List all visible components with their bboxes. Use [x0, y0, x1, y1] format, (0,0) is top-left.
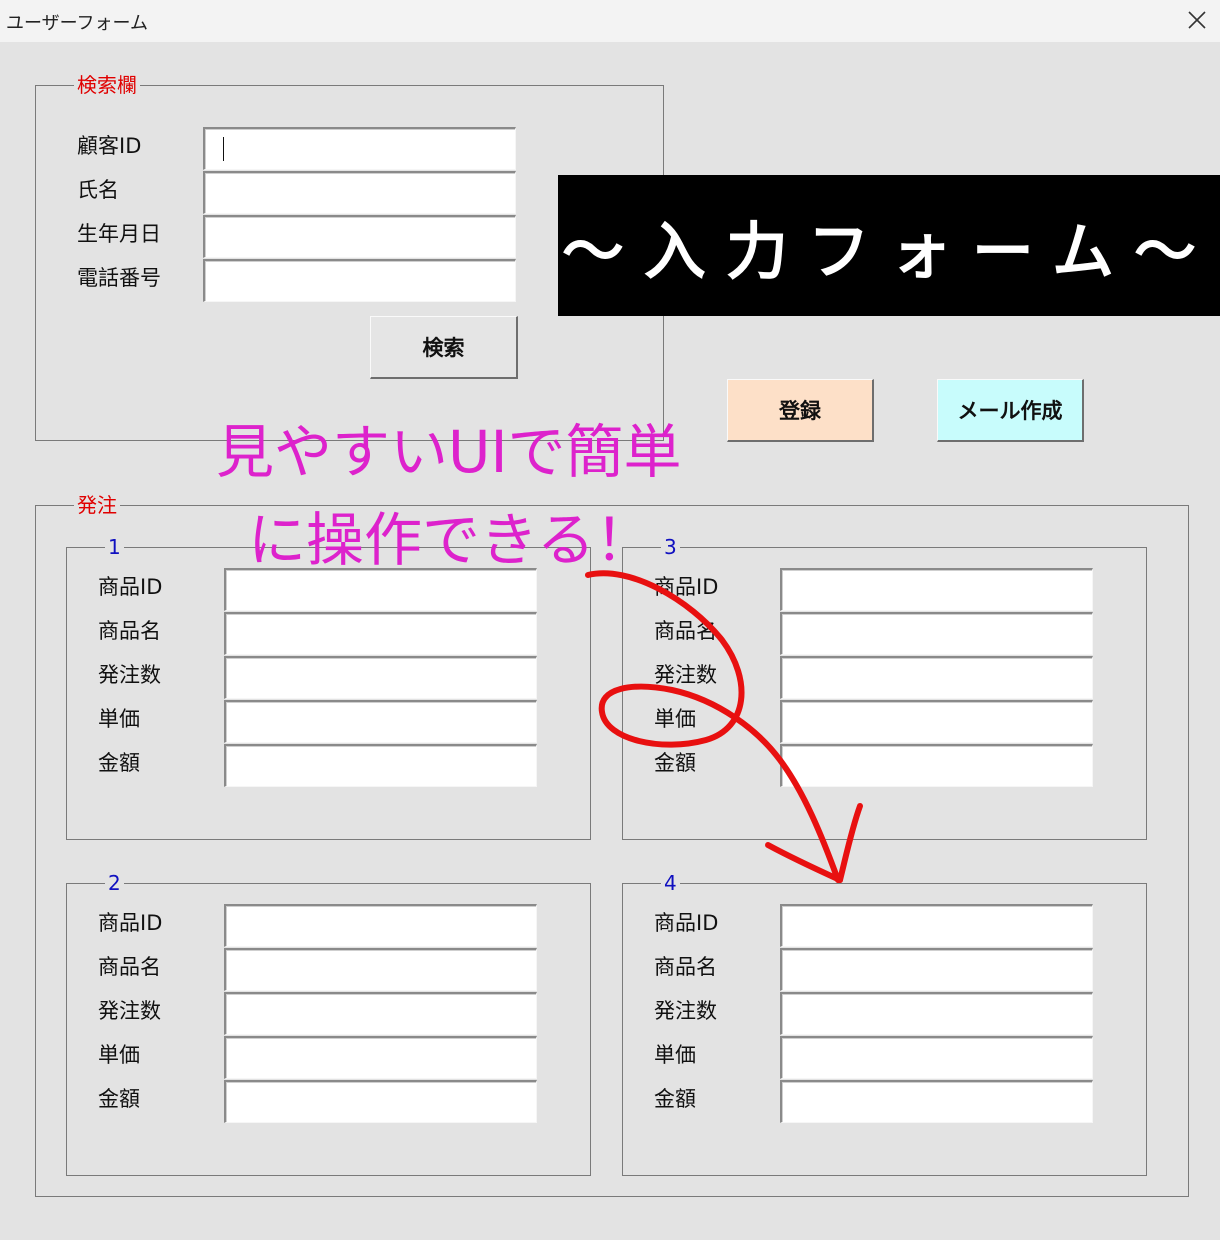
product-name-label: 商品名 [654, 619, 717, 643]
order-group-caption: 4 [664, 871, 677, 895]
product-id-input[interactable] [224, 904, 537, 947]
product-name-input[interactable] [780, 948, 1093, 991]
order-frame-legend: 発注 [77, 493, 117, 517]
order-group-caption: 2 [108, 871, 121, 895]
unit-price-input[interactable] [780, 700, 1093, 743]
product-name-input[interactable] [780, 612, 1093, 655]
search-button[interactable]: 検索 [370, 316, 518, 379]
amount-input[interactable] [780, 1080, 1093, 1123]
birthdate-label: 生年月日 [77, 222, 161, 246]
name-label: 氏名 [77, 178, 119, 202]
amount-label: 金額 [98, 751, 140, 775]
phone-input[interactable] [203, 259, 516, 302]
product-id-input[interactable] [780, 904, 1093, 947]
unit-price-input[interactable] [780, 1036, 1093, 1079]
text-caret [223, 137, 224, 161]
order-group-caption: 1 [108, 535, 121, 559]
order-qty-input[interactable] [780, 656, 1093, 699]
amount-input[interactable] [224, 744, 537, 787]
close-icon [1188, 11, 1206, 29]
annotation-line-2: に操作できる！ [248, 506, 653, 574]
register-button[interactable]: 登録 [727, 379, 874, 442]
title-bar: ユーザーフォーム [0, 0, 1220, 42]
phone-label: 電話番号 [77, 266, 161, 290]
unit-price-label: 単価 [98, 1043, 140, 1067]
product-name-label: 商品名 [98, 619, 161, 643]
amount-label: 金額 [98, 1087, 140, 1111]
order-group-caption: 3 [664, 535, 677, 559]
customer-id-label: 顧客ID [77, 134, 142, 158]
window-title: ユーザーフォーム [6, 13, 149, 34]
amount-input[interactable] [780, 744, 1093, 787]
product-id-label: 商品ID [98, 575, 163, 599]
unit-price-input[interactable] [224, 1036, 537, 1079]
order-qty-label: 発注数 [98, 663, 161, 687]
amount-label: 金額 [654, 1087, 696, 1111]
product-name-label: 商品名 [654, 955, 717, 979]
product-name-input[interactable] [224, 612, 537, 655]
amount-input[interactable] [224, 1080, 537, 1123]
order-qty-label: 発注数 [98, 999, 161, 1023]
unit-price-label: 単価 [654, 1043, 696, 1067]
product-id-label: 商品ID [654, 575, 719, 599]
order-qty-input[interactable] [780, 992, 1093, 1035]
unit-price-input[interactable] [224, 700, 537, 743]
order-qty-label: 発注数 [654, 663, 717, 687]
unit-price-label: 単価 [98, 707, 140, 731]
amount-label: 金額 [654, 751, 696, 775]
product-name-input[interactable] [224, 948, 537, 991]
product-id-label: 商品ID [654, 911, 719, 935]
create-mail-button[interactable]: メール作成 [937, 379, 1084, 442]
product-id-input[interactable] [780, 568, 1093, 611]
name-input[interactable] [203, 171, 516, 214]
order-qty-input[interactable] [224, 992, 537, 1035]
unit-price-label: 単価 [654, 707, 696, 731]
order-qty-label: 発注数 [654, 999, 717, 1023]
banner: ～入力フォーム～ [558, 175, 1220, 316]
annotation-line-1: 見やすいUIで簡単 [216, 418, 682, 486]
product-name-label: 商品名 [98, 955, 161, 979]
close-button[interactable] [1172, 0, 1220, 42]
customer-id-input[interactable] [203, 127, 516, 170]
birthdate-input[interactable] [203, 215, 516, 258]
product-id-label: 商品ID [98, 911, 163, 935]
search-frame-legend: 検索欄 [77, 73, 137, 97]
order-qty-input[interactable] [224, 656, 537, 699]
